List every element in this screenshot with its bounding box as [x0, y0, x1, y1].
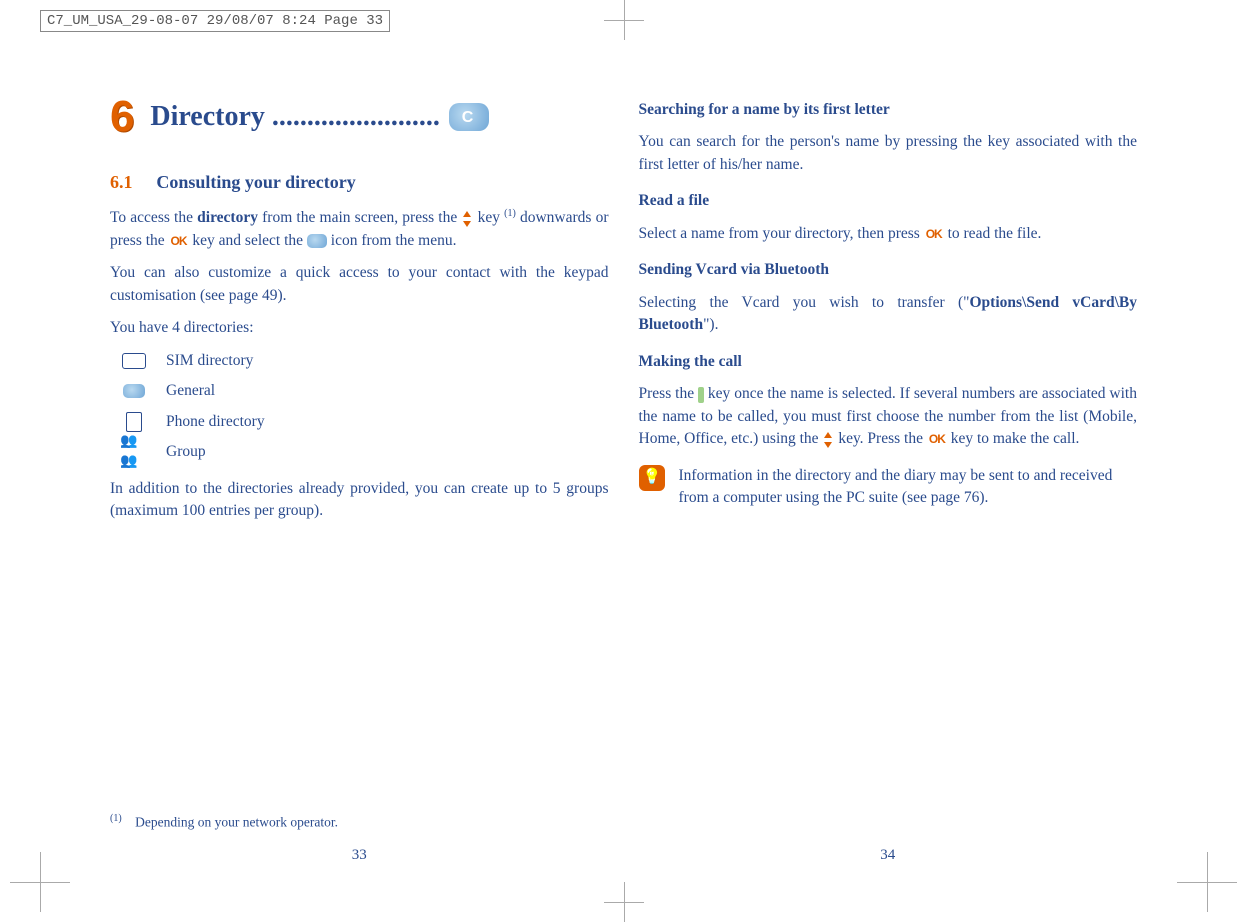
chapter-heading: 6 Directory ........................: [110, 85, 609, 149]
text: key to make the call.: [947, 430, 1080, 447]
text: Selecting the Vcard you wish to transfer…: [639, 294, 970, 311]
text: from the main screen, press the: [258, 209, 461, 226]
list-label: SIM directory: [166, 350, 253, 372]
directory-list: SIM directory General Phone directory 👥👥…: [120, 350, 609, 464]
text: To access the: [110, 209, 197, 226]
list-label: General: [166, 380, 215, 402]
footnote-marker: (1): [110, 813, 122, 824]
list-item: Phone directory: [120, 411, 609, 433]
list-item: SIM directory: [120, 350, 609, 372]
general-directory-icon: [120, 382, 148, 400]
paragraph: You have 4 directories:: [110, 317, 609, 339]
list-label: Group: [166, 441, 206, 463]
text: key: [473, 209, 504, 226]
subheading: Making the call: [639, 351, 1138, 373]
subheading: Read a file: [639, 190, 1138, 212]
list-item: General: [120, 380, 609, 402]
paragraph: You can also customize a quick access to…: [110, 262, 609, 307]
page-number: 34: [624, 845, 1153, 867]
crop-mark-top: [604, 0, 644, 40]
list-item: 👥👥 Group: [120, 441, 609, 463]
phone-directory-icon: [120, 413, 148, 431]
text: Press the: [639, 385, 699, 402]
footnote-ref: (1): [504, 208, 516, 219]
text: key. Press the: [834, 430, 926, 447]
footnote-text: Depending on your network operator.: [135, 814, 338, 829]
crop-mark-bottom: [604, 882, 644, 922]
crop-mark-bottom-right: [1177, 852, 1237, 912]
ok-key-icon: OK: [924, 226, 944, 243]
page-number: 33: [95, 845, 624, 867]
paragraph: Select a name from your directory, then …: [639, 223, 1138, 245]
group-directory-icon: 👥👥: [120, 443, 148, 461]
info-callout: Information in the directory and the dia…: [639, 465, 1138, 510]
text: to read the file.: [944, 225, 1042, 242]
section-title: Consulting your directory: [156, 172, 355, 192]
footnote: (1) Depending on your network operator.: [110, 812, 338, 832]
tip-icon: [639, 465, 665, 491]
crop-mark-bottom-left: [10, 852, 70, 912]
text: key and select the: [189, 232, 307, 249]
list-label: Phone directory: [166, 411, 265, 433]
section-heading: 6.1 Consulting your directory: [110, 169, 609, 195]
page-left: 6 Directory ........................ 6.1…: [95, 85, 624, 862]
paragraph: Press the key once the name is selected.…: [639, 383, 1138, 450]
page-spread: 6 Directory ........................ 6.1…: [95, 85, 1152, 862]
print-slug: C7_UM_USA_29-08-07 29/08/07 8:24 Page 33: [40, 10, 390, 32]
paragraph: You can search for the person's name by …: [639, 131, 1138, 176]
text: ").: [703, 316, 718, 333]
section-number: 6.1: [110, 172, 133, 192]
paragraph: In addition to the directories already p…: [110, 478, 609, 523]
ok-key-icon: OK: [169, 233, 189, 250]
subheading: Sending Vcard via Bluetooth: [639, 259, 1138, 281]
text: icon from the menu.: [327, 232, 457, 249]
sim-directory-icon: [120, 352, 148, 370]
text-bold: directory: [197, 209, 258, 226]
text: Select a name from your directory, then …: [639, 225, 924, 242]
chapter-title: Directory ........................: [150, 97, 440, 138]
paragraph: To access the directory from the main sc…: [110, 207, 609, 252]
page-right: Searching for a name by its first letter…: [624, 85, 1153, 862]
menu-icon: [307, 234, 327, 248]
paragraph: Selecting the Vcard you wish to transfer…: [639, 292, 1138, 337]
directory-chapter-icon: [449, 103, 489, 131]
info-text: Information in the directory and the dia…: [679, 465, 1138, 510]
ok-key-icon: OK: [927, 431, 947, 448]
subheading: Searching for a name by its first letter: [639, 99, 1138, 121]
chapter-number: 6: [110, 85, 134, 149]
